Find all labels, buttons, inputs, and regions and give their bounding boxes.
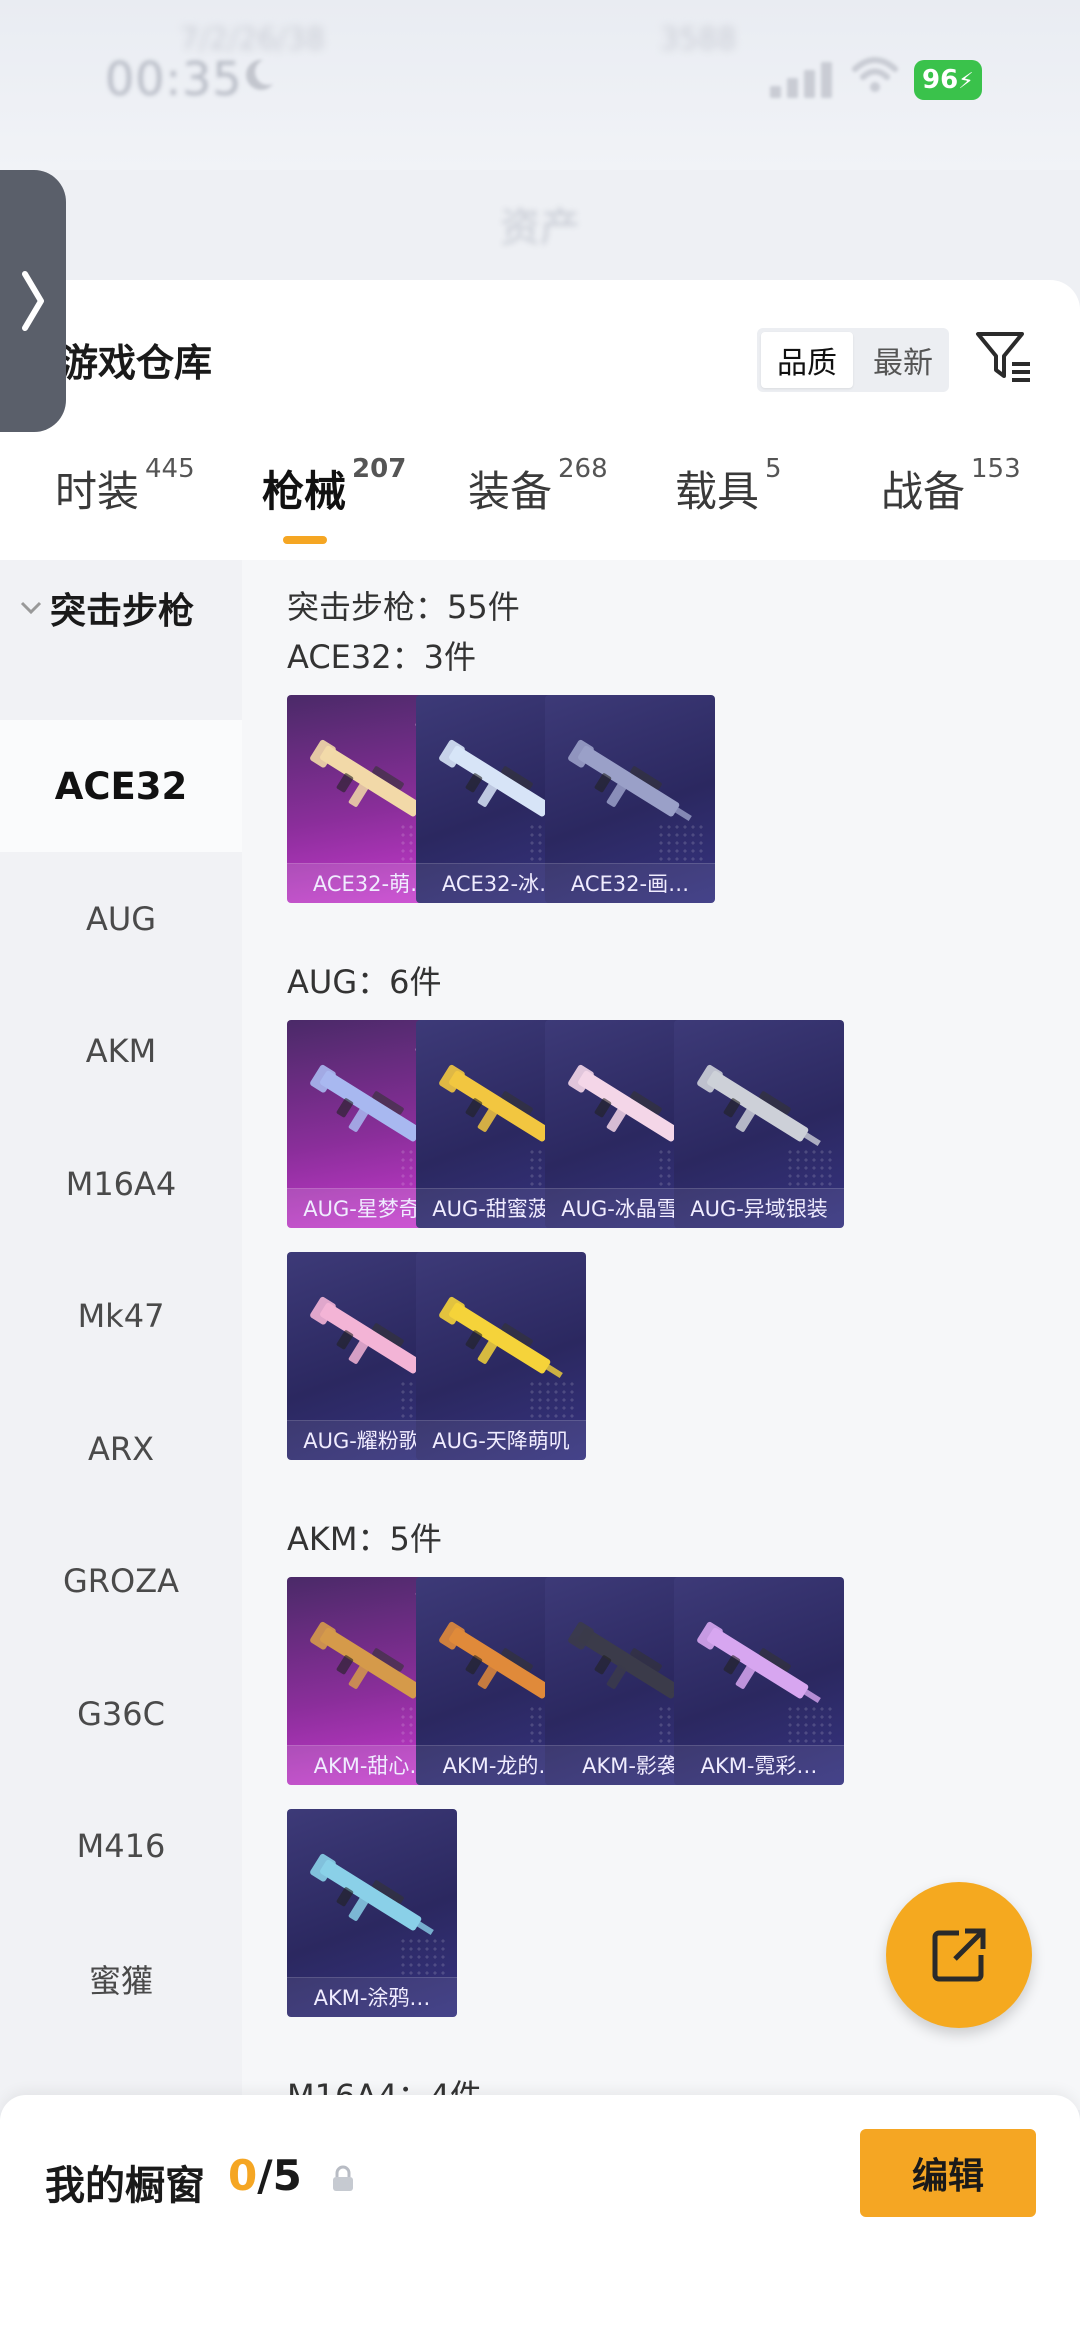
tab-label: 枪械 [262, 467, 347, 516]
wifi-icon [852, 57, 898, 92]
tab-label: 战备 [881, 467, 966, 516]
tab-count: 445 [145, 454, 195, 484]
battery-level: 96 [922, 65, 959, 95]
tab-fashion[interactable]: 时装 445 [55, 454, 195, 548]
sort-toggle: 品质 最新 [757, 328, 949, 392]
chevron-down-icon [20, 601, 42, 615]
sort-newest[interactable]: 最新 [857, 328, 949, 392]
warehouse-card: 游戏仓库 品质 最新 时装 445 枪械 207 装备 268 载具 5 战备 153 [0, 280, 1080, 2110]
weapon-name: AKM-涂鸦… [287, 1977, 457, 2017]
sidebar-item[interactable]: GROZA [0, 1515, 242, 1647]
showcase-count: 0/5 [228, 2151, 302, 2200]
tab-guns[interactable]: 枪械 207 [262, 454, 406, 548]
weapon-skin-image [697, 1064, 821, 1147]
status-blur-left: 7/2/26/38 [180, 22, 325, 57]
weapon-skin-image [310, 1853, 434, 1936]
sidebar-item[interactable]: M416 [0, 1780, 242, 1912]
sort-quality[interactable]: 品质 [761, 332, 853, 388]
tab-vehicles[interactable]: 载具 5 [675, 454, 782, 548]
weapon-name: AKM-霓彩… [674, 1745, 844, 1785]
status-blur-center: 3588 [660, 22, 737, 57]
sidebar-item[interactable]: ARX [0, 1383, 242, 1515]
sidebar-item[interactable]: 蜜獾 [0, 1913, 242, 2045]
page-title: 资产 [500, 205, 580, 251]
sidebar-item[interactable]: AKM [0, 985, 242, 1117]
lock-icon [333, 2165, 353, 2191]
weapon-card[interactable]: AKM-涂鸦… [287, 1809, 457, 2017]
tab-equipment[interactable]: 装备 268 [468, 454, 608, 548]
weapon-card[interactable]: AUG-天降萌叽 [416, 1252, 586, 1460]
weapon-card[interactable]: ACE32-画… [545, 695, 715, 903]
share-button[interactable] [886, 1882, 1032, 2028]
tab-count: 153 [971, 454, 1021, 484]
category-summary: 突击步枪：55件 [287, 588, 520, 626]
status-time: 00:35 [105, 52, 243, 106]
sidebar-item[interactable]: G36C [0, 1648, 242, 1780]
weapon-sidebar: 突击步枪 ACE32 AUG AKM M16A4 Mk47 ARX GROZA G36C M41… [0, 560, 242, 2110]
section-title: AKM：5件 [287, 1520, 442, 1558]
showcase-bar: 我的橱窗 0/5 编辑 [0, 2095, 1080, 2341]
tab-label: 装备 [468, 467, 553, 516]
showcase-current: 0 [228, 2151, 258, 2200]
active-tab-indicator [283, 536, 327, 544]
signal-icon [770, 58, 840, 98]
side-drawer-toggle[interactable] [0, 170, 66, 432]
sidebar-item[interactable]: Mk47 [0, 1250, 242, 1382]
tab-count: 268 [558, 454, 608, 484]
weapon-name: ACE32-画… [545, 863, 715, 903]
sidebar-item[interactable]: M16A4 [0, 1118, 242, 1250]
chevron-right-icon [22, 271, 44, 331]
tab-supplies[interactable]: 战备 153 [881, 454, 1021, 548]
weapon-name: AUG-异域银装 [674, 1188, 844, 1228]
moon-icon [246, 59, 273, 90]
battery-indicator: 96⚡ [914, 60, 982, 100]
status-bar: 00:35 7/2/26/38 3588 96⚡ [0, 0, 1080, 170]
weapon-skin-image [439, 1296, 563, 1379]
sidebar-group-label: 突击步枪 [50, 591, 195, 632]
category-tabs: 时装 445 枪械 207 装备 268 载具 5 战备 153 [0, 454, 1080, 558]
weapon-card[interactable]: AKM-霓彩… [674, 1577, 844, 1785]
section-title: AUG：6件 [287, 963, 442, 1001]
tab-count: 5 [765, 454, 782, 484]
showcase-label: 我的橱窗 [45, 2163, 205, 2209]
tab-label: 载具 [675, 467, 760, 516]
weapon-skin-image [697, 1621, 821, 1704]
warehouse-header: 游戏仓库 品质 最新 时装 445 枪械 207 装备 268 载具 5 战备 153 [0, 280, 1080, 560]
sidebar-item[interactable]: ACE32 [0, 720, 242, 852]
showcase-total: /5 [257, 2151, 302, 2200]
edit-button[interactable]: 编辑 [860, 2129, 1036, 2217]
sidebar-item[interactable]: AUG [0, 853, 242, 985]
tab-count: 207 [352, 454, 407, 484]
weapon-name: AUG-天降萌叽 [416, 1420, 586, 1460]
weapon-card[interactable]: AUG-异域银装 [674, 1020, 844, 1228]
weapon-skin-image [568, 739, 692, 822]
filter-icon[interactable] [974, 326, 1034, 386]
section-title: ACE32：3件 [287, 638, 476, 676]
warehouse-title: 游戏仓库 [60, 341, 213, 385]
tab-label: 时装 [55, 467, 140, 516]
share-icon [932, 1928, 986, 1982]
weapon-grid: 突击步枪：55件 ACE32：3件5级ACE32-萌…ACE32-冰…ACE32… [242, 560, 1080, 2110]
sidebar-group-assault-rifles[interactable]: 突击步枪 [20, 578, 194, 638]
